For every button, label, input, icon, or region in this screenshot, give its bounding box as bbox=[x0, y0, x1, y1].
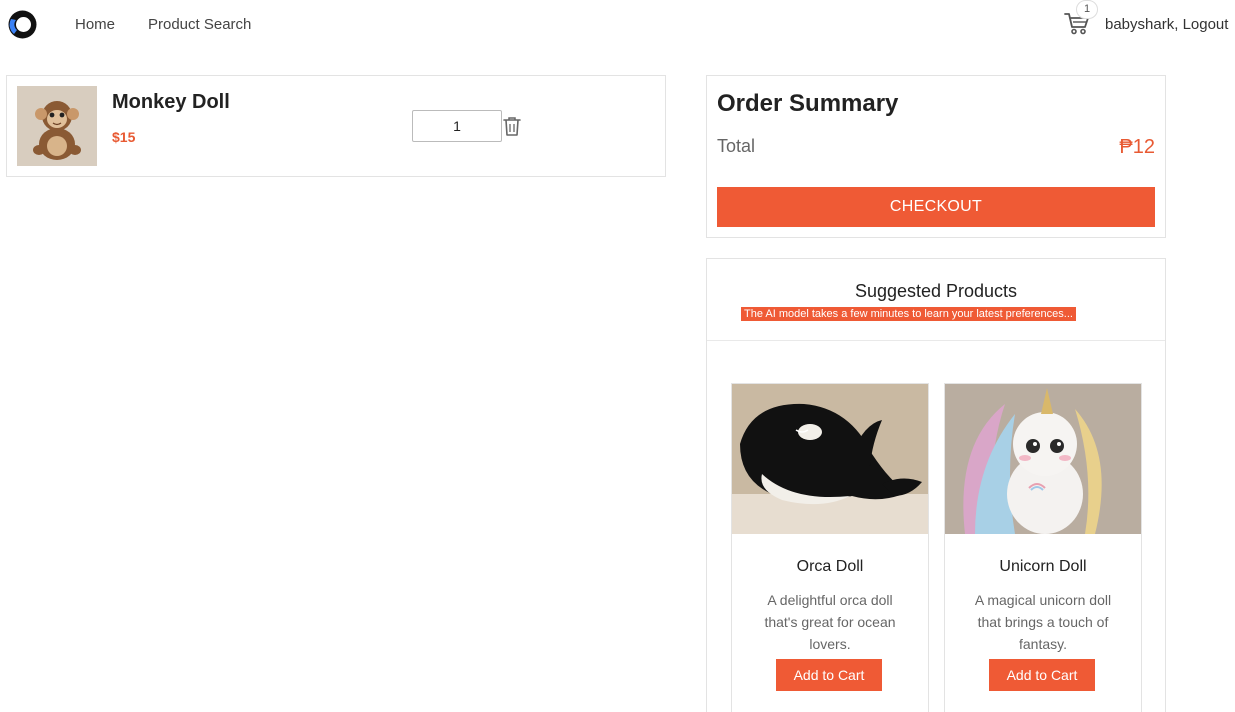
order-summary-panel: Order Summary Total ₱12 CHECKOUT bbox=[706, 75, 1166, 238]
quantity-input[interactable] bbox=[412, 110, 502, 142]
suggested-products-panel: Suggested Products The AI model takes a … bbox=[706, 258, 1166, 712]
cart-item-name[interactable]: Monkey Doll bbox=[112, 91, 230, 114]
username-link[interactable]: babyshark bbox=[1105, 16, 1174, 33]
total-label: Total bbox=[717, 136, 756, 156]
product-description: A magical unicorn doll that brings a tou… bbox=[974, 592, 1112, 652]
product-description: A delightful orca doll that's great for … bbox=[764, 592, 896, 652]
suggested-title: Suggested Products bbox=[854, 281, 1018, 301]
cart-item-price: $15 bbox=[112, 129, 136, 145]
unicorn-doll-image[interactable] bbox=[945, 384, 1141, 534]
total-value: ₱12 bbox=[1119, 136, 1155, 158]
nav-product-search-link[interactable]: Product Search bbox=[148, 16, 251, 33]
product-card-orca: Orca Doll A delightful orca doll that's … bbox=[731, 383, 929, 712]
add-to-cart-button[interactable]: Add to Cart bbox=[989, 659, 1095, 691]
cart-count-badge: 1 bbox=[1076, 0, 1098, 19]
order-summary-title: Order Summary bbox=[717, 90, 899, 117]
add-to-cart-button[interactable]: Add to Cart bbox=[776, 659, 882, 691]
checkout-button[interactable]: CHECKOUT bbox=[717, 187, 1155, 227]
orca-doll-image[interactable] bbox=[732, 384, 928, 534]
product-card-unicorn: Unicorn Doll A magical unicorn doll that… bbox=[944, 383, 1142, 712]
cart-item: Monkey Doll $15 bbox=[6, 75, 666, 177]
logout-link[interactable]: Logout bbox=[1183, 16, 1229, 33]
product-name[interactable]: Orca Doll bbox=[732, 558, 928, 576]
monkey-doll-image[interactable] bbox=[17, 86, 97, 166]
user-area: babyshark, Logout bbox=[1105, 16, 1229, 33]
nav-home-link[interactable]: Home bbox=[75, 16, 115, 33]
ai-preferences-note: The AI model takes a few minutes to lear… bbox=[741, 307, 1076, 321]
product-name[interactable]: Unicorn Doll bbox=[945, 558, 1141, 576]
logo-icon[interactable] bbox=[8, 10, 37, 39]
suggested-header: Suggested Products The AI model takes a … bbox=[707, 259, 1165, 341]
trash-icon[interactable] bbox=[503, 116, 521, 137]
